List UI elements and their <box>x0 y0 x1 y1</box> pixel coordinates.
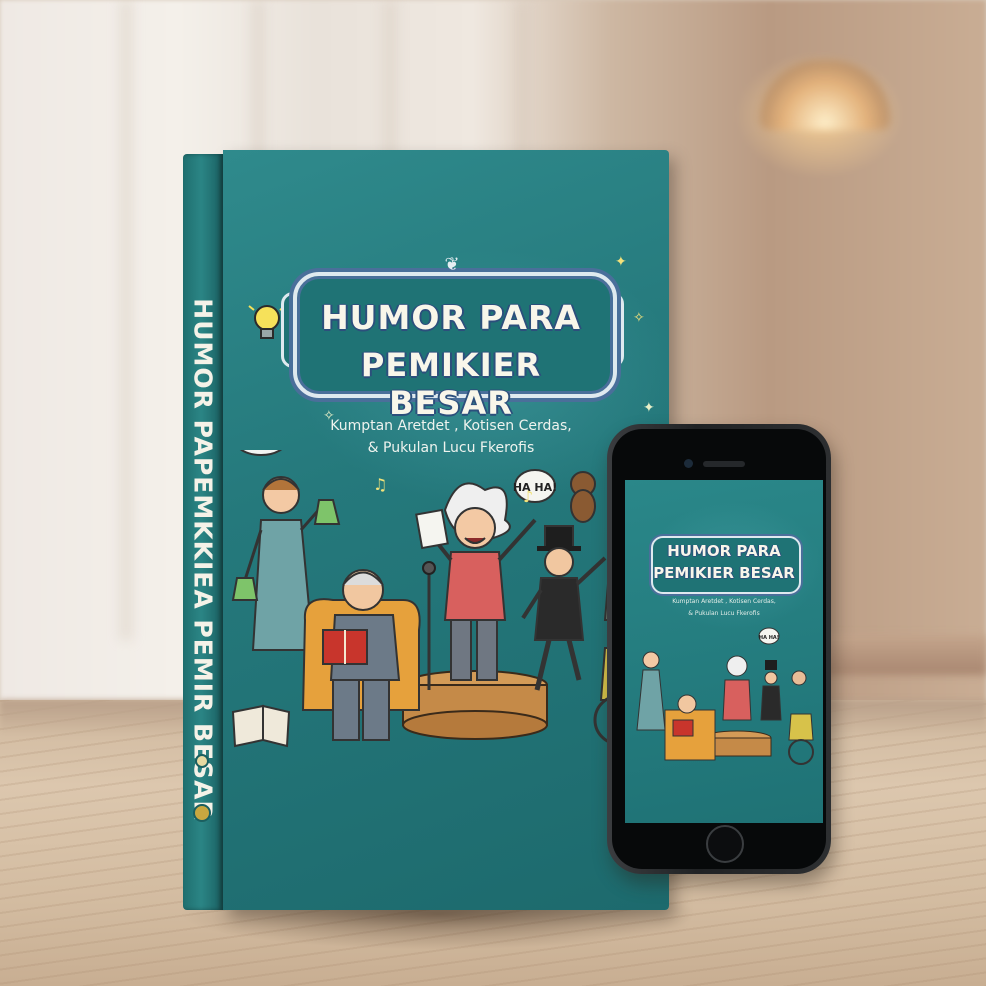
cover-title-line-2: PEMIKIER BESAR <box>360 346 542 422</box>
wild-haired-comedian-figure <box>415 482 537 681</box>
phone-screen-ebook-cover: HUMOR PARA PEMIKIER BESAR Kumptan Aretde… <box>625 480 823 823</box>
phone-speech-bubble-text: HA HA! <box>759 635 779 641</box>
cover-title-line-1: HUMOR PARA <box>321 298 581 337</box>
phone-title-line-1: HUMOR PARA <box>667 542 781 560</box>
cover-subtitle-line-1: Kumptan Aretdet , Kotisen Cerdas, <box>330 418 572 434</box>
home-button[interactable] <box>706 825 744 863</box>
open-book-icon <box>231 704 291 748</box>
front-camera-icon <box>684 459 693 468</box>
music-note-icon: ♪ <box>523 487 533 506</box>
star-icon: ✧ <box>633 310 645 326</box>
product-mockup-scene: HUMOR PAPEMKKIEA PEMIR BESAR ★ ✦ ✧ ✦ ✧ <box>0 0 986 986</box>
book-spine: HUMOR PAPEMKKIEA PEMIR BESAR <box>183 154 223 910</box>
phone-title-line-2: PEMIKIER BESAR <box>653 564 795 582</box>
spine-ornament-icon <box>195 754 209 768</box>
phone-subtitle-line-2: & Pukulan Lucu Fkerofis <box>688 610 760 617</box>
cover-illustration: HA HA! ♪ ♫ <box>231 450 655 748</box>
banner-crest-icon: ❦ <box>444 254 460 275</box>
speech-bubble-text: HA HA! <box>513 481 557 494</box>
speaker-grille <box>703 461 745 467</box>
music-note-icon: ♫ <box>373 475 387 494</box>
phone-cover-illustration: HA HA! <box>636 627 814 765</box>
top-hat-man-figure <box>521 525 607 691</box>
phone-bezel: HUMOR PARA PEMIKIER BESAR Kumptan Aretde… <box>612 429 826 869</box>
star-icon: ✦ <box>615 254 627 270</box>
smartphone: HUMOR PARA PEMIKIER BESAR Kumptan Aretde… <box>607 424 831 874</box>
monkey-figure <box>570 471 596 523</box>
book-front-cover: ★ ✦ ✧ ✦ ✧ ❦ HUMOR PARA PEMIKIER BESAR Ku… <box>223 150 669 910</box>
cloud-icon <box>239 450 283 456</box>
book: HUMOR PAPEMKKIEA PEMIR BESAR ★ ✦ ✧ ✦ ✧ <box>183 150 669 910</box>
spine-title-wrapper: HUMOR PAPEMKKIEA PEMIR BESAR <box>185 244 221 874</box>
spine-publisher-logo <box>193 804 211 822</box>
phone-subtitle-line-1: Kumptan Aretdet , Kotisen Cerdas, <box>672 598 776 605</box>
spine-title: HUMOR PAPEMKKIEA PEMIR BESAR <box>188 297 218 821</box>
star-icon: ✦ <box>643 400 655 416</box>
